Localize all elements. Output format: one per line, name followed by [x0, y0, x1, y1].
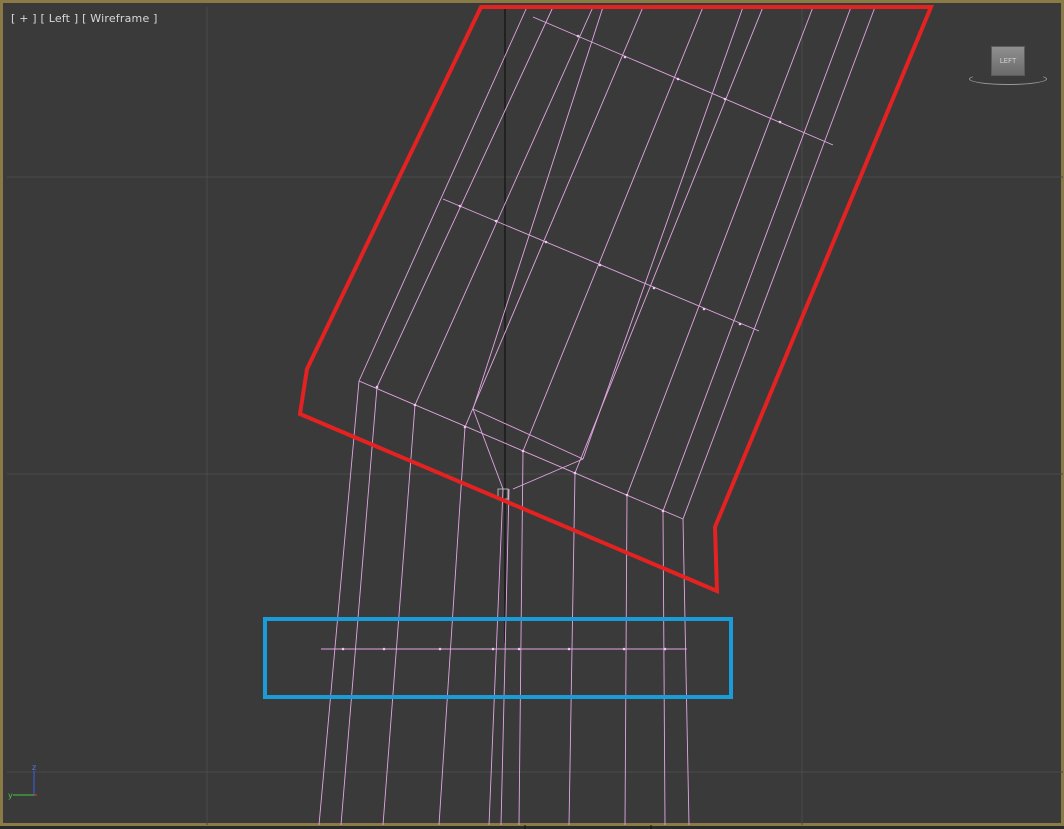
viewcube-face-left[interactable]: LEFT: [991, 46, 1025, 76]
gizmo-y-label: y: [8, 791, 13, 800]
gizmo-z-label: z: [32, 763, 36, 772]
mesh-upper-section: [358, 6, 876, 520]
home-grid: [7, 7, 1063, 825]
highlight-red-outline: [297, 5, 934, 595]
viewcube[interactable]: LEFT: [969, 43, 1049, 87]
viewport-left-wireframe[interactable]: [ + ] [ Left ] [ Wireframe ] z y LEFT: [0, 0, 1064, 829]
highlight-blue-box: [263, 617, 733, 699]
viewcube-compass-ring[interactable]: [969, 73, 1047, 85]
wireframe-scene[interactable]: z y: [3, 3, 1064, 829]
axis-gizmo: z y: [8, 763, 37, 800]
